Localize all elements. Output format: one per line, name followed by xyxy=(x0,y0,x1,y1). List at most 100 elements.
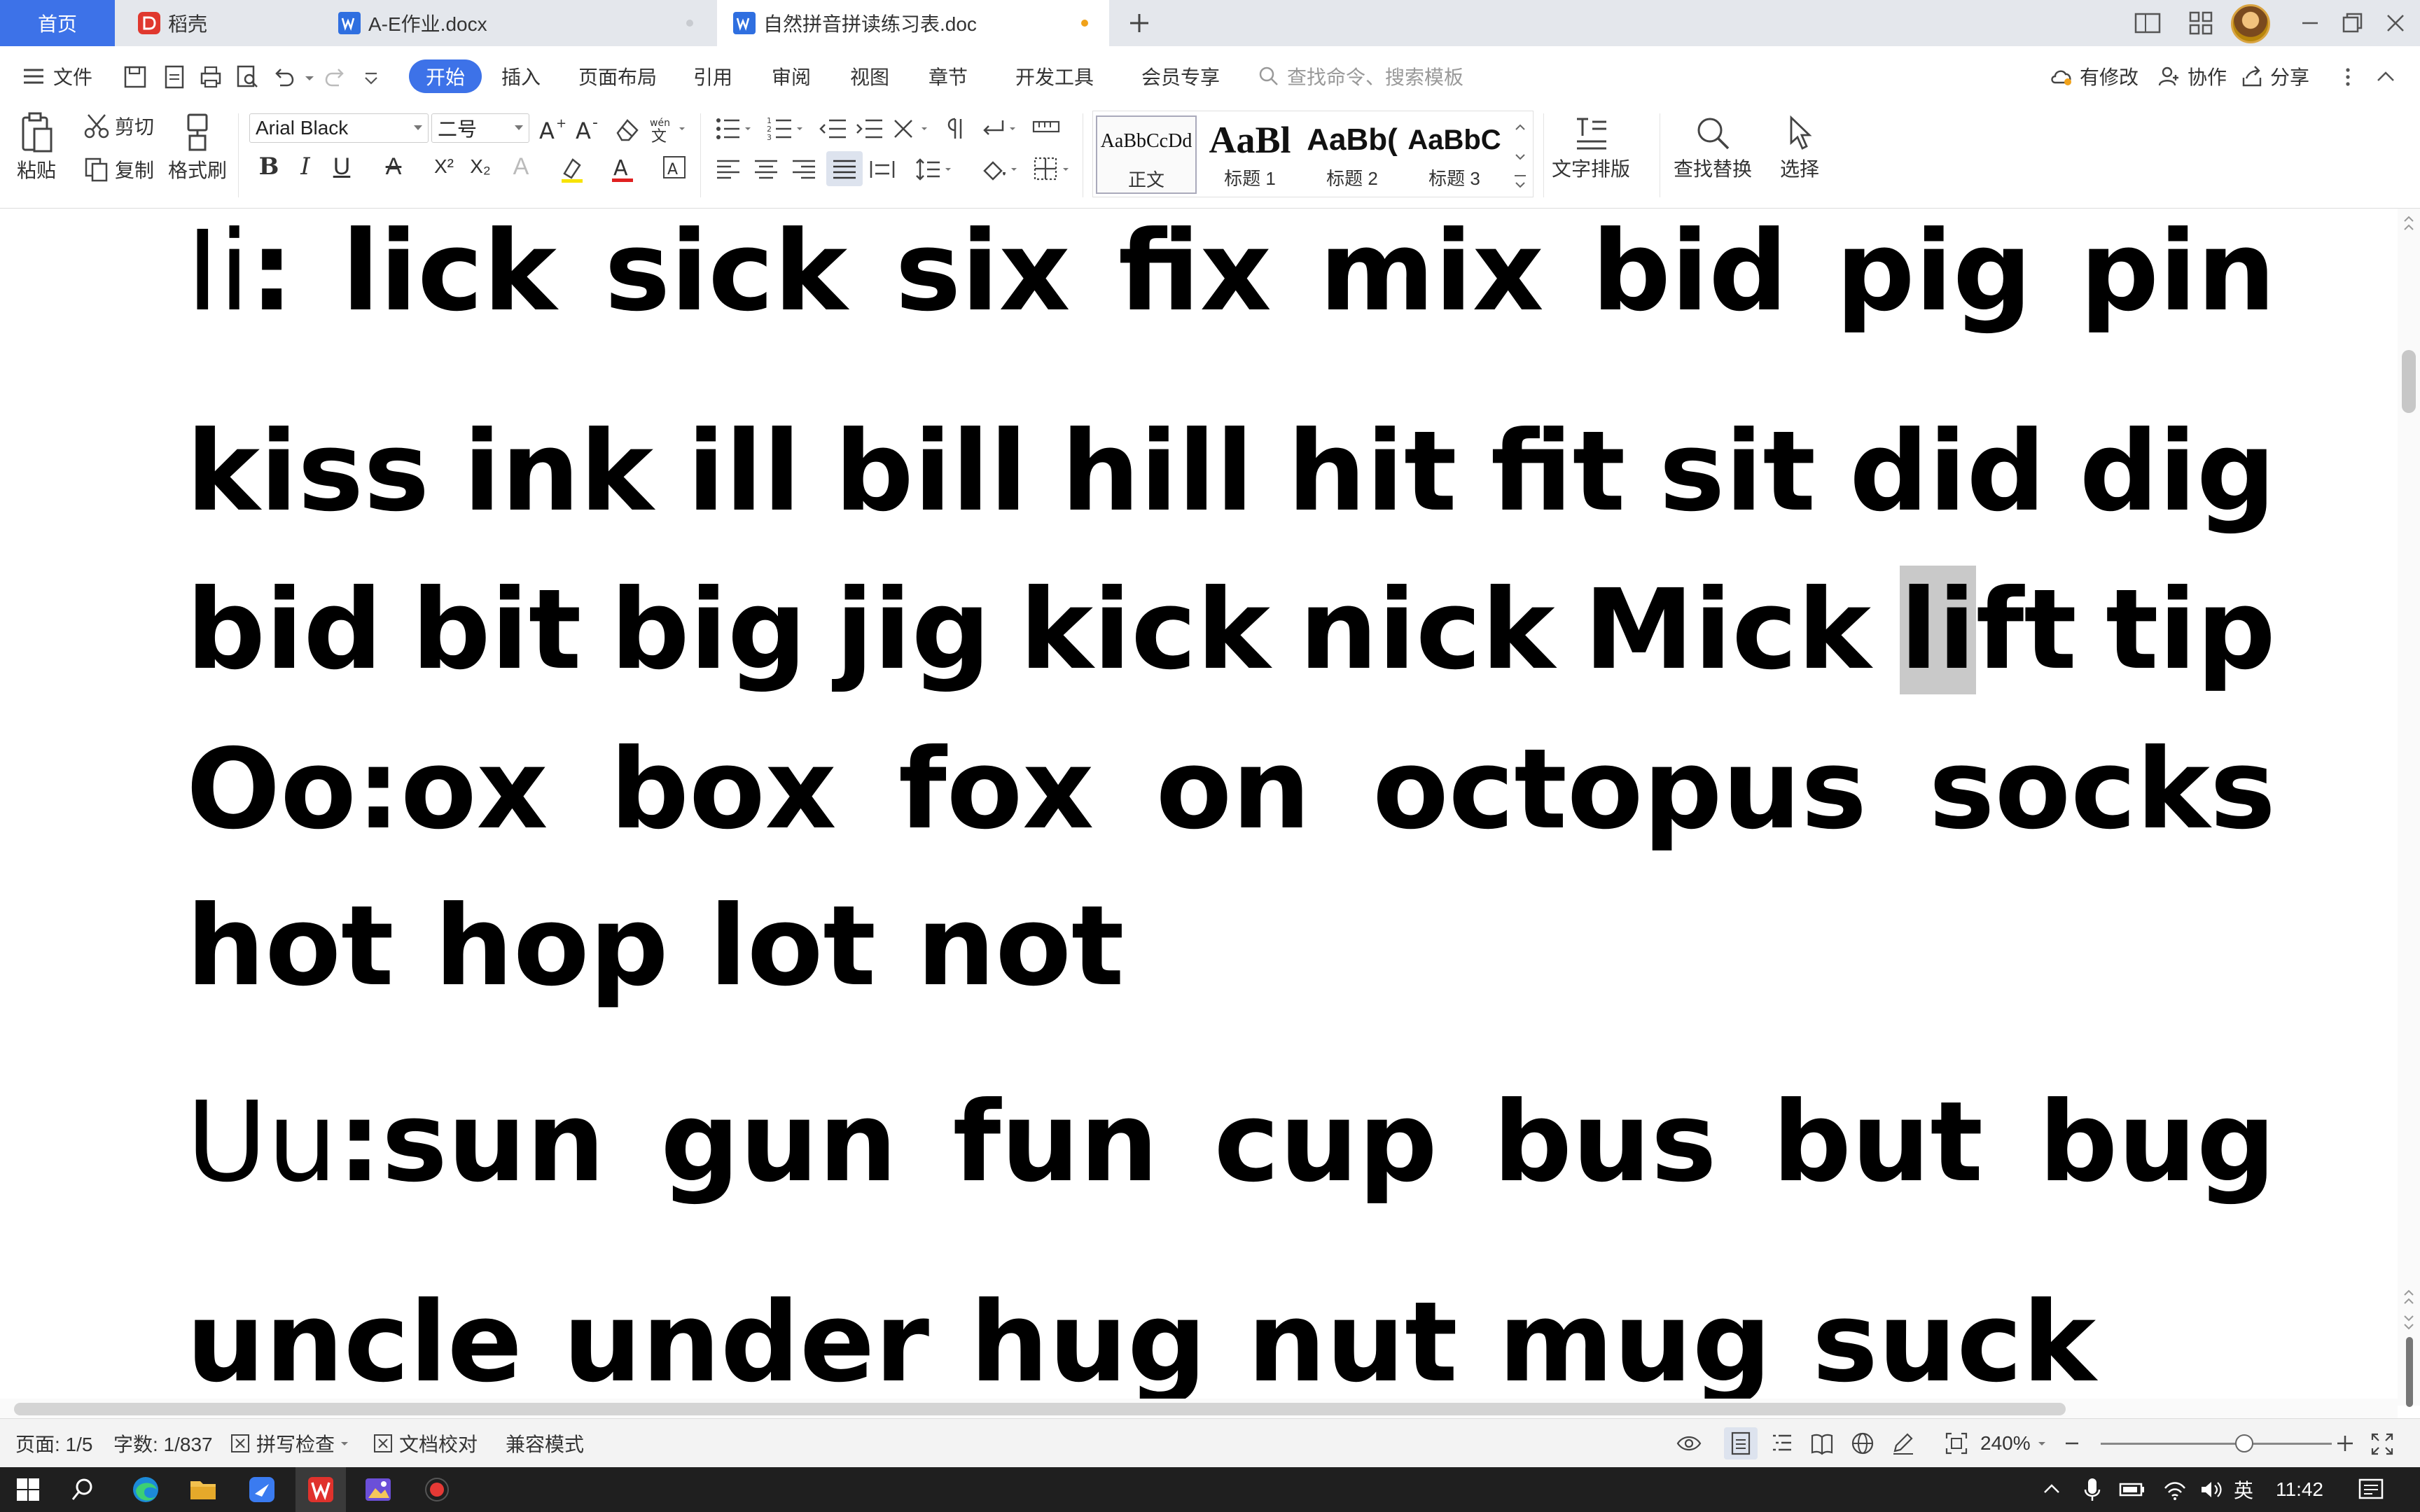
feishu-app-icon[interactable] xyxy=(245,1473,279,1506)
zoom-scroll-indicator[interactable] xyxy=(2406,1337,2413,1407)
distribute-icon[interactable] xyxy=(868,155,896,183)
menu-section[interactable]: 章节 xyxy=(929,46,968,106)
align-left-icon[interactable] xyxy=(714,155,742,183)
unsaved-indicator-dot[interactable] xyxy=(1081,20,1088,27)
document-canvas[interactable]: Ii: lick sick six fix mix bid pig pin ki… xyxy=(0,209,2398,1399)
web-view-icon[interactable] xyxy=(1850,1430,1875,1457)
decrease-font-icon[interactable]: A- xyxy=(574,115,605,143)
bold-button[interactable]: B xyxy=(253,151,284,182)
page-view-icon[interactable] xyxy=(1728,1430,1753,1457)
notification-icon[interactable] xyxy=(2356,1473,2386,1506)
italic-button[interactable]: I xyxy=(290,151,321,182)
find-replace-button[interactable]: 查找替换 xyxy=(1674,112,1752,182)
zoom-out-icon[interactable] xyxy=(2063,1434,2081,1452)
close-window-icon[interactable] xyxy=(2379,7,2412,39)
subscript-button[interactable]: X₂ xyxy=(465,151,496,182)
horizontal-scroll-thumb[interactable] xyxy=(14,1403,2066,1415)
microphone-icon[interactable] xyxy=(2080,1473,2105,1506)
word-count[interactable]: 字数: 1/837 xyxy=(113,1419,213,1468)
borders-icon[interactable] xyxy=(1032,155,1074,183)
tab-doc-phonics[interactable]: 自然拼音拼读练习表.doc xyxy=(717,0,1109,46)
increase-indent-icon[interactable] xyxy=(854,115,885,143)
taskbar-search-icon[interactable] xyxy=(69,1473,102,1506)
tab-doc-a-e[interactable]: A-E作业.docx xyxy=(322,0,714,46)
decrease-indent-icon[interactable] xyxy=(818,115,849,143)
file-menu[interactable]: 文件 xyxy=(21,46,92,106)
zoom-level[interactable]: 240% xyxy=(1980,1419,2054,1468)
clock[interactable]: 11:42 xyxy=(2276,1467,2323,1512)
zoom-slider-track[interactable] xyxy=(2101,1443,2332,1445)
battery-icon[interactable] xyxy=(2118,1473,2147,1506)
spell-check-button[interactable]: 拼写检查 xyxy=(230,1419,357,1468)
collapse-ribbon-icon[interactable] xyxy=(2372,64,2399,90)
strikethrough-button[interactable]: A xyxy=(378,151,409,182)
edge-browser-icon[interactable] xyxy=(129,1473,162,1506)
select-button[interactable]: 选择 xyxy=(1779,112,1821,182)
menu-developer[interactable]: 开发工具 xyxy=(1015,46,1094,106)
windows-start-icon[interactable] xyxy=(11,1473,45,1506)
tab-daoke[interactable]: 稻壳 xyxy=(116,0,319,46)
style-heading-2[interactable]: AaBb( 标题 2 xyxy=(1302,115,1403,194)
format-painter-button[interactable]: 格式刷 xyxy=(168,111,227,183)
command-search[interactable]: 查找命令、搜索模板 xyxy=(1258,62,1463,91)
menu-insert[interactable]: 插入 xyxy=(501,46,541,106)
modified-status[interactable]: 有修改 xyxy=(2049,46,2139,106)
recorder-app-icon[interactable] xyxy=(420,1473,454,1506)
menu-references[interactable]: 引用 xyxy=(693,46,732,106)
new-tab-icon[interactable] xyxy=(1125,8,1154,38)
tab-home[interactable]: 首页 xyxy=(0,0,115,46)
photos-app-icon[interactable] xyxy=(361,1473,395,1506)
window-layout-icon[interactable] xyxy=(2132,7,2164,39)
zoom-in-icon[interactable] xyxy=(2335,1433,2356,1454)
volume-icon[interactable] xyxy=(2197,1473,2225,1506)
restore-icon[interactable] xyxy=(2336,7,2368,39)
style-heading-1[interactable]: AaBl 标题 1 xyxy=(1199,115,1300,194)
numbered-list-icon[interactable]: 123 xyxy=(766,115,808,143)
underline-button[interactable]: U xyxy=(326,151,357,182)
font-color-icon[interactable]: A xyxy=(609,153,644,183)
save-icon[interactable] xyxy=(122,64,148,90)
tray-expand-icon[interactable] xyxy=(2039,1473,2064,1506)
menu-page-layout[interactable]: 页面布局 xyxy=(578,46,657,106)
menu-view[interactable]: 视图 xyxy=(850,46,889,106)
wps-office-icon[interactable] xyxy=(304,1473,338,1506)
text-layout-button[interactable]: 文字排版 xyxy=(1552,112,1630,182)
tab-ruler-icon[interactable] xyxy=(1031,115,1062,143)
increase-font-icon[interactable]: A + xyxy=(538,115,569,143)
font-name-select[interactable]: Arial Black xyxy=(249,113,429,143)
fullscreen-icon[interactable] xyxy=(2370,1432,2395,1457)
align-right-icon[interactable] xyxy=(790,155,818,183)
tab-close-dot[interactable] xyxy=(686,20,693,27)
zoom-slider-knob[interactable] xyxy=(2235,1434,2253,1452)
page-nav-icon[interactable] xyxy=(2402,1288,2416,1330)
menu-start[interactable]: 开始 xyxy=(409,59,482,93)
print-icon[interactable] xyxy=(197,64,224,90)
share-button[interactable]: 分享 xyxy=(2239,46,2309,106)
page-indicator[interactable]: 页面: 1/5 xyxy=(15,1419,92,1468)
minimize-icon[interactable] xyxy=(2294,7,2326,39)
clear-format-icon[interactable] xyxy=(612,115,643,143)
styles-scroll-icon[interactable] xyxy=(1510,117,1530,194)
quick-access-dropdown-icon[interactable] xyxy=(361,64,381,90)
write-mode-icon[interactable] xyxy=(1891,1430,1916,1457)
text-effect-button[interactable]: A xyxy=(506,151,536,182)
copy-button[interactable]: 复制 xyxy=(83,155,154,183)
ime-indicator[interactable]: 英 xyxy=(2234,1467,2253,1512)
line-break-icon[interactable] xyxy=(979,115,1021,143)
sort-icon[interactable] xyxy=(891,115,933,143)
align-center-icon[interactable] xyxy=(752,155,780,183)
fit-page-icon[interactable] xyxy=(1944,1430,1969,1457)
style-heading-3[interactable]: AaBbC 标题 3 xyxy=(1404,115,1505,194)
redo-icon[interactable] xyxy=(322,64,349,90)
doc-proofread-button[interactable]: 文档校对 xyxy=(373,1419,478,1468)
bullet-list-icon[interactable] xyxy=(714,115,756,143)
reading-view-icon[interactable] xyxy=(1809,1430,1835,1457)
line-spacing-icon[interactable] xyxy=(915,155,957,183)
wifi-icon[interactable] xyxy=(2161,1473,2189,1506)
print-preview-icon[interactable] xyxy=(234,64,260,90)
menu-member[interactable]: 会员专享 xyxy=(1141,46,1220,106)
show-marks-icon[interactable] xyxy=(943,115,973,143)
file-explorer-icon[interactable] xyxy=(186,1473,220,1506)
apps-grid-icon[interactable] xyxy=(2185,7,2217,39)
pinyin-guide-icon[interactable]: wén文 xyxy=(648,115,688,143)
